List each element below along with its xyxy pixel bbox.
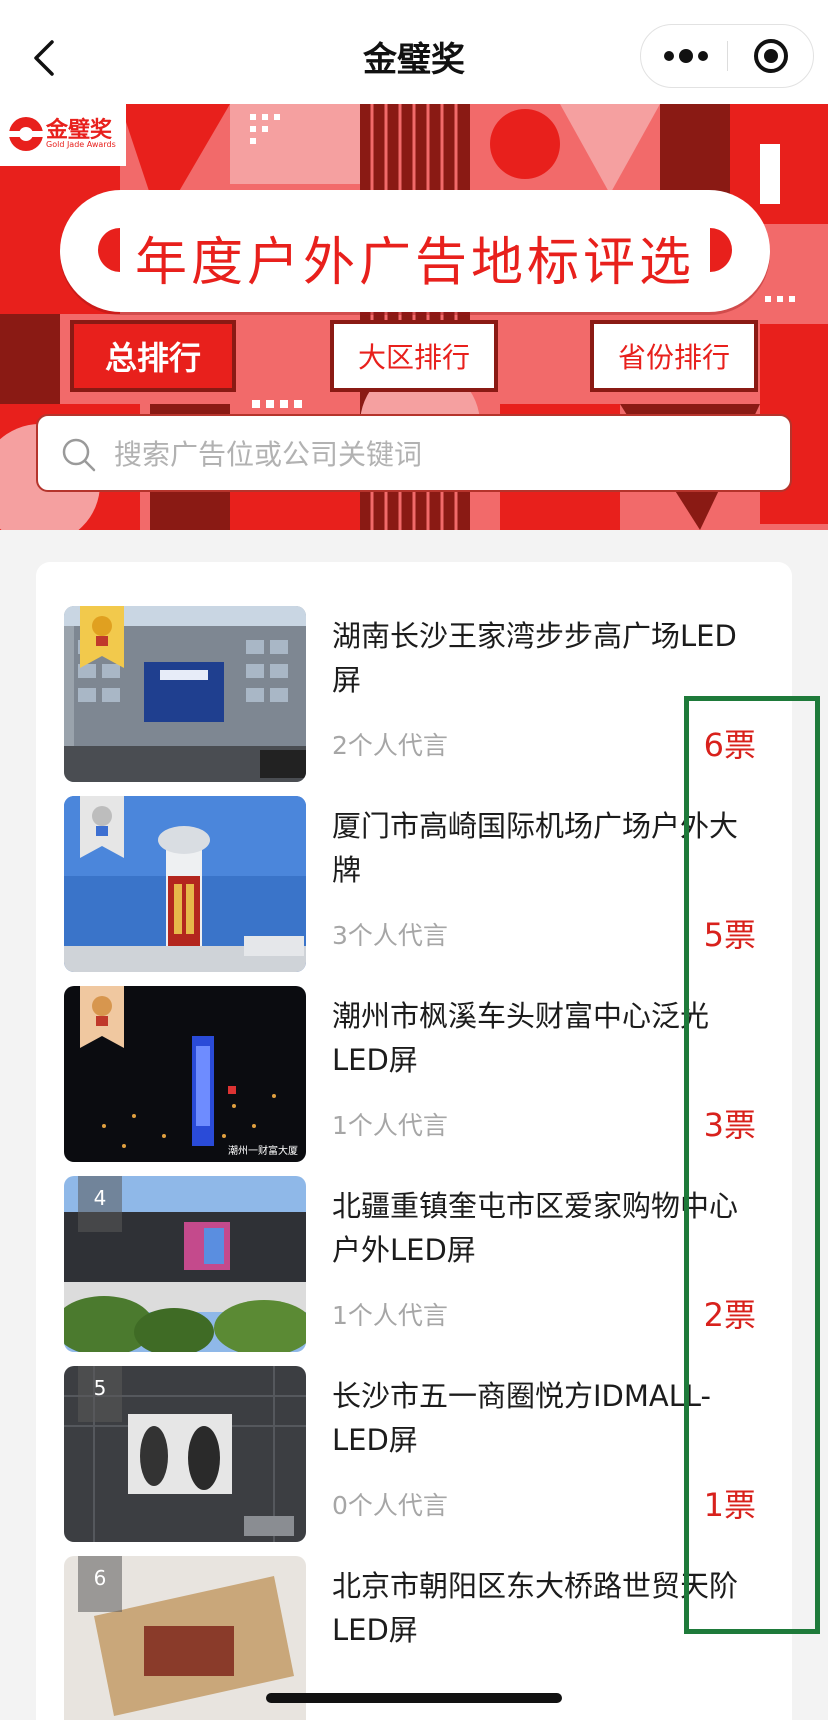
search-bar [36,414,792,492]
tab-overall-ranking[interactable]: 总排行 [70,320,236,392]
search-icon [62,438,96,472]
item-title: 湖南长沙王家湾步步高广场LED屏 [332,619,737,697]
list-item[interactable]: 潮州一财富大厦 潮州市枫溪车头财富中心泛光LED屏 1个人代言 3票 [64,986,780,1164]
endorser-count: 1个人代言 [332,1301,448,1330]
close-circle-icon [754,39,788,73]
endorser-count: 3个人代言 [332,921,448,950]
endorser-count: 1个人代言 [332,1111,448,1140]
gold-jade-logo: 金璧奖 Gold Jade Awards [0,104,126,166]
tab-province-ranking[interactable]: 省份排行 [590,320,758,392]
rank-badge: 6 [78,1556,122,1612]
list-item[interactable]: 5 长沙市五一商圈悦方IDMALL-LED屏 0个人代言 1票 [64,1366,780,1544]
item-thumbnail [64,606,306,782]
item-thumbnail: 5 [64,1366,306,1542]
thumb-caption: 潮州一财富大厦 [228,1144,298,1157]
ranking-list: 湖南长沙王家湾步步高广场LED屏 2个人代言 6票 厦门市高崎国际机场广场户外大… [36,562,792,1720]
item-thumbnail: 潮州一财富大厦 [64,986,306,1162]
search-input[interactable] [114,426,764,482]
highlight-box [684,696,820,1634]
mini-program-capsule [640,24,814,88]
more-dots-icon [664,49,708,63]
endorser-count: 2个人代言 [332,731,448,760]
home-indicator [266,1693,562,1703]
silver-medal-icon [80,796,124,858]
endorser-count: 0个人代言 [332,1491,448,1520]
event-title-pill: 年度户外广告地标评选 [60,190,770,312]
nav-bar: 金璧奖 [0,0,828,104]
list-item[interactable]: 厦门市高崎国际机场广场户外大牌 3个人代言 5票 [64,796,780,974]
logo-emblem-icon [8,117,44,151]
logo-subtext: Gold Jade Awards [46,140,116,149]
item-thumbnail: 4 [64,1176,306,1352]
more-button[interactable] [641,25,727,87]
event-title: 年度户外广告地标评选 [134,233,695,293]
close-button[interactable] [729,25,815,87]
bronze-medal-icon [80,986,124,1048]
tab-region-ranking[interactable]: 大区排行 [330,320,498,392]
rank-badge: 4 [78,1176,122,1232]
capsule-divider [727,41,728,71]
list-item[interactable]: 4 北疆重镇奎屯市区爱家购物中心户外LED屏 1个人代言 2票 [64,1176,780,1354]
rank-badge: 5 [78,1366,122,1422]
gold-medal-icon [80,606,124,668]
hero-banner: 金璧奖 Gold Jade Awards 年度户外广告地标评选 总排行 大区排行… [0,104,828,530]
list-item[interactable]: 湖南长沙王家湾步步高广场LED屏 2个人代言 6票 [64,606,780,784]
item-thumbnail [64,796,306,972]
